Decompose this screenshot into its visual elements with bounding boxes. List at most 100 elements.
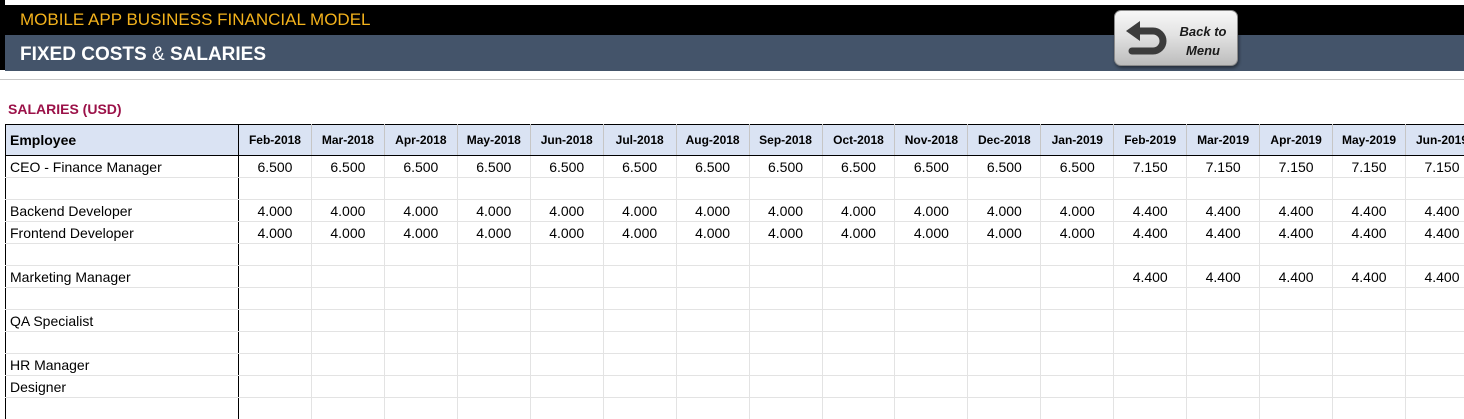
salary-cell[interactable] — [967, 331, 1042, 354]
salary-cell[interactable] — [676, 265, 750, 288]
salary-cell[interactable]: 7.150 — [1113, 155, 1188, 178]
month-column-header[interactable]: Feb-2019 — [1113, 124, 1188, 156]
salary-cell[interactable] — [1332, 287, 1406, 310]
salary-cell[interactable]: 6.500 — [384, 155, 458, 178]
salary-cell[interactable]: 4.000 — [530, 199, 604, 222]
salary-cell[interactable] — [1259, 287, 1334, 310]
salary-cell[interactable] — [1113, 397, 1188, 419]
salary-cell[interactable] — [238, 265, 312, 288]
salary-cell[interactable]: 4.000 — [894, 199, 969, 222]
salary-cell[interactable]: 6.500 — [967, 155, 1042, 178]
salary-cell[interactable] — [1040, 397, 1115, 419]
salary-cell[interactable] — [967, 353, 1042, 376]
salary-cell[interactable] — [1259, 375, 1334, 398]
salary-cell[interactable] — [1040, 309, 1115, 332]
salary-cell[interactable] — [749, 287, 823, 310]
salary-cell[interactable] — [894, 331, 969, 354]
salary-cell[interactable]: 4.000 — [603, 221, 677, 244]
employee-name-cell[interactable] — [5, 243, 239, 266]
salary-cell[interactable] — [1113, 243, 1188, 266]
salary-cell[interactable] — [1259, 353, 1334, 376]
salary-cell[interactable] — [238, 353, 312, 376]
salary-cell[interactable]: 4.000 — [311, 221, 385, 244]
salary-cell[interactable] — [1186, 287, 1261, 310]
salary-cell[interactable]: 4.400 — [1186, 199, 1261, 222]
salary-cell[interactable] — [749, 243, 823, 266]
salary-cell[interactable] — [238, 309, 312, 332]
salary-cell[interactable] — [238, 375, 312, 398]
salary-cell[interactable] — [749, 309, 823, 332]
salary-cell[interactable] — [530, 243, 604, 266]
month-column-header[interactable]: Sep-2018 — [749, 124, 823, 156]
salary-cell[interactable] — [457, 287, 531, 310]
month-column-header[interactable]: Jun-2018 — [530, 124, 604, 156]
month-column-header[interactable]: May-2019 — [1332, 124, 1406, 156]
salary-cell[interactable] — [530, 177, 604, 200]
salary-cell[interactable]: 6.500 — [238, 155, 312, 178]
salary-cell[interactable] — [238, 287, 312, 310]
salary-cell[interactable]: 4.000 — [384, 199, 458, 222]
salary-cell[interactable] — [967, 397, 1042, 419]
salary-cell[interactable]: 4.000 — [967, 199, 1042, 222]
salary-cell[interactable]: 4.000 — [238, 199, 312, 222]
salary-cell[interactable] — [1186, 243, 1261, 266]
salary-cell[interactable] — [676, 177, 750, 200]
salary-cell[interactable] — [384, 177, 458, 200]
salary-cell[interactable] — [1332, 353, 1406, 376]
month-column-header[interactable]: Jan-2019 — [1040, 124, 1115, 156]
salary-cell[interactable] — [1040, 287, 1115, 310]
salary-cell[interactable] — [822, 243, 896, 266]
salary-cell[interactable]: 4.400 — [1405, 265, 1464, 288]
salary-cell[interactable] — [967, 265, 1042, 288]
salary-cell[interactable] — [311, 331, 385, 354]
salary-cell[interactable] — [311, 309, 385, 332]
salary-cell[interactable] — [311, 353, 385, 376]
salary-cell[interactable] — [1405, 331, 1464, 354]
salary-cell[interactable] — [1040, 353, 1115, 376]
month-column-header[interactable]: Apr-2019 — [1259, 124, 1334, 156]
salary-cell[interactable] — [530, 331, 604, 354]
salary-cell[interactable] — [457, 177, 531, 200]
salary-cell[interactable] — [822, 177, 896, 200]
salary-cell[interactable]: 4.000 — [384, 221, 458, 244]
month-column-header[interactable]: Oct-2018 — [822, 124, 896, 156]
salary-cell[interactable] — [530, 309, 604, 332]
salary-cell[interactable] — [894, 397, 969, 419]
salary-cell[interactable] — [822, 353, 896, 376]
salary-cell[interactable] — [1040, 177, 1115, 200]
salary-cell[interactable]: 7.150 — [1186, 155, 1261, 178]
salary-cell[interactable] — [822, 331, 896, 354]
salary-cell[interactable] — [1186, 309, 1261, 332]
salary-cell[interactable] — [676, 375, 750, 398]
month-column-header[interactable]: Mar-2018 — [311, 124, 385, 156]
salary-cell[interactable] — [603, 265, 677, 288]
salary-cell[interactable] — [749, 375, 823, 398]
salary-cell[interactable]: 4.400 — [1186, 221, 1261, 244]
salary-cell[interactable] — [676, 309, 750, 332]
salary-cell[interactable] — [967, 309, 1042, 332]
salary-cell[interactable]: 4.000 — [457, 221, 531, 244]
salary-cell[interactable] — [1405, 287, 1464, 310]
salary-cell[interactable]: 4.400 — [1332, 199, 1406, 222]
salary-cell[interactable] — [311, 177, 385, 200]
salary-cell[interactable] — [384, 353, 458, 376]
salary-cell[interactable] — [530, 265, 604, 288]
salary-cell[interactable]: 4.000 — [1040, 221, 1115, 244]
salary-cell[interactable] — [1113, 309, 1188, 332]
salary-cell[interactable] — [1405, 177, 1464, 200]
salary-cell[interactable] — [967, 177, 1042, 200]
salary-cell[interactable] — [1113, 353, 1188, 376]
salary-cell[interactable] — [1332, 177, 1406, 200]
salary-cell[interactable]: 4.000 — [749, 221, 823, 244]
salary-cell[interactable]: 4.400 — [1259, 199, 1334, 222]
salary-cell[interactable] — [1332, 397, 1406, 419]
month-column-header[interactable]: Nov-2018 — [894, 124, 969, 156]
salary-cell[interactable]: 4.400 — [1259, 265, 1334, 288]
salary-cell[interactable] — [1040, 243, 1115, 266]
salary-cell[interactable] — [749, 397, 823, 419]
salary-cell[interactable] — [603, 353, 677, 376]
salary-cell[interactable] — [1113, 375, 1188, 398]
employee-name-cell[interactable] — [5, 397, 239, 419]
salary-cell[interactable]: 6.500 — [894, 155, 969, 178]
salary-cell[interactable]: 4.000 — [311, 199, 385, 222]
